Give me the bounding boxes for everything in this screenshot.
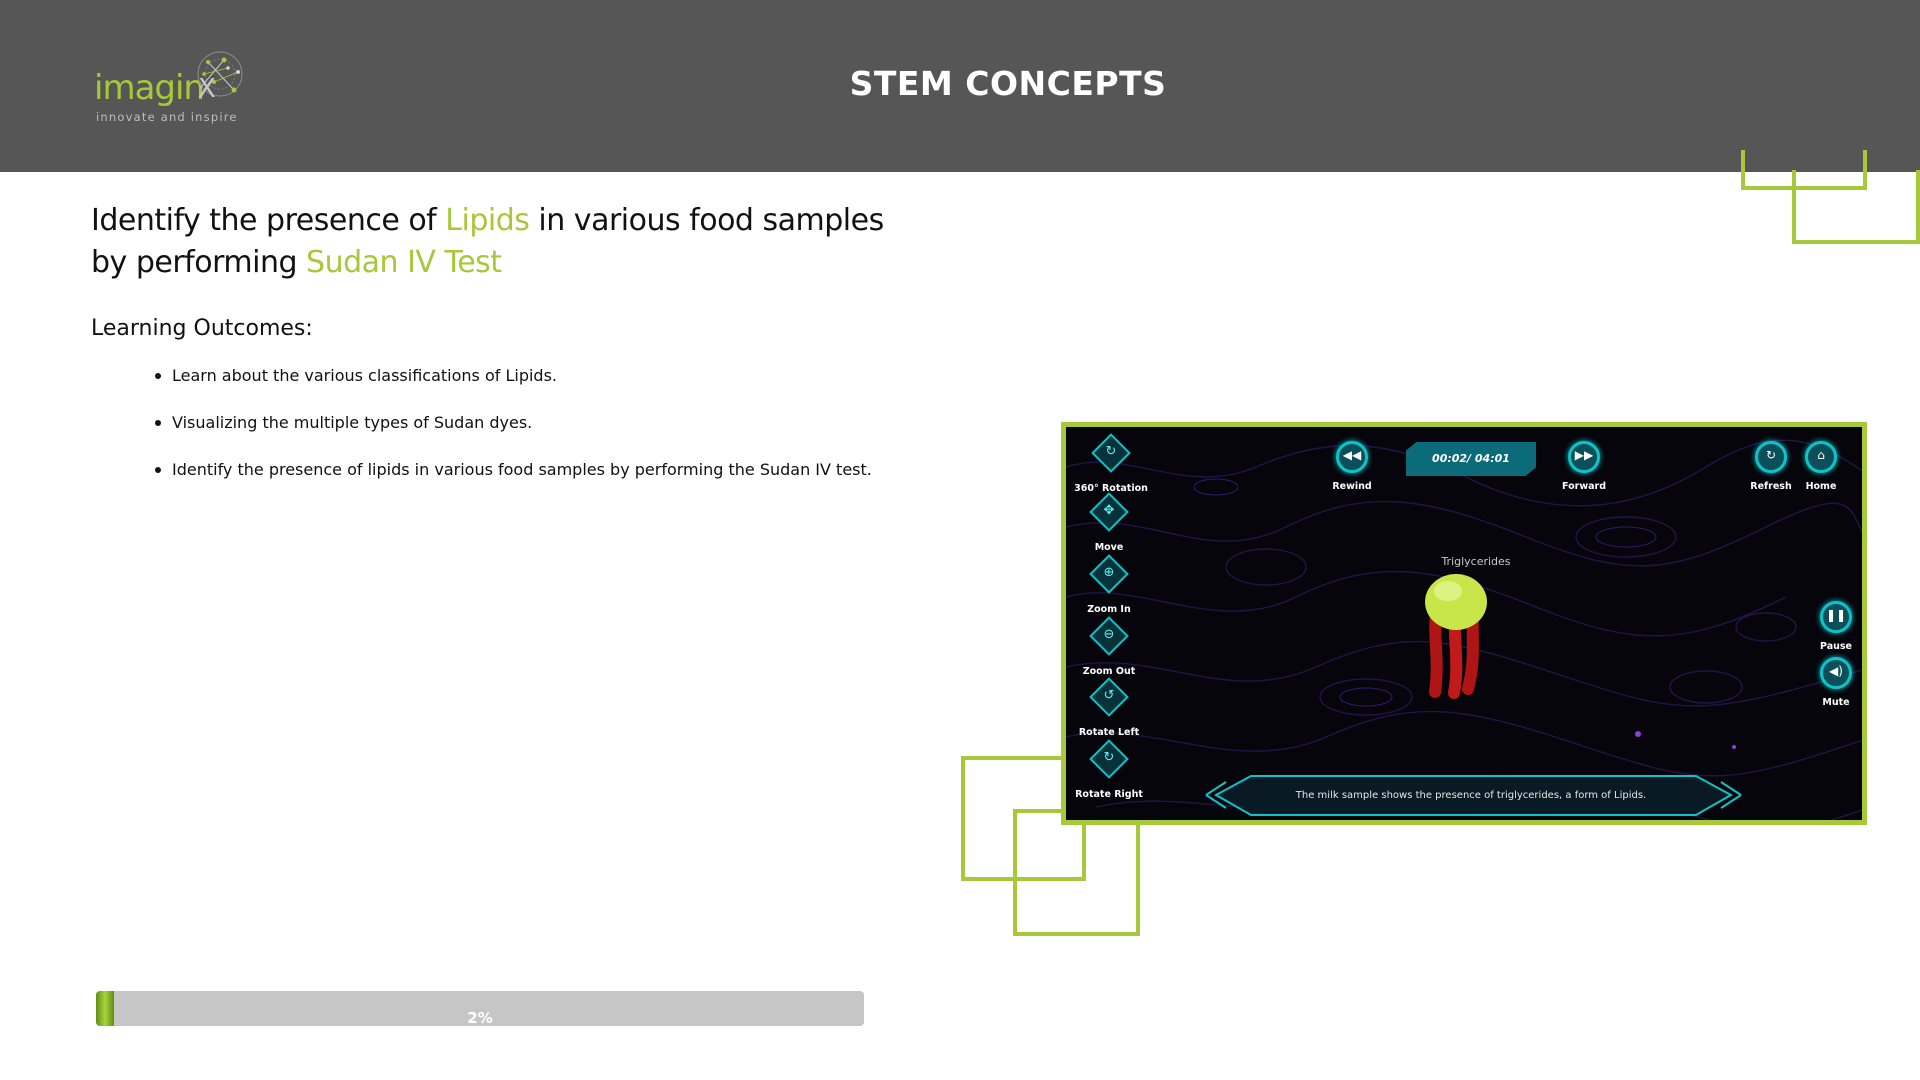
pause-label: Pause [1820,641,1852,652]
home-icon: ⌂ [1817,448,1825,462]
tool-label: Move [1094,542,1124,553]
caption-text: The milk sample shows the presence of tr… [1295,790,1647,801]
list-item: Visualizing the multiple types of Sudan … [150,411,910,434]
title-accent-sudan: Sudan IV Test [306,245,502,280]
forward-label: Forward [1562,481,1606,492]
decor-square [1013,809,1140,936]
mute-label: Mute [1822,697,1850,708]
pause-icon: ❚❚ [1825,608,1847,622]
learning-outcomes-list: Learn about the various classifications … [150,364,910,505]
time-text: 00:02/ 04:01 [1432,452,1510,465]
model-label: Triglycerides [1441,555,1511,568]
progress-label: 2% [467,1009,493,1027]
list-item: Identify the presence of lipids in vario… [150,458,910,481]
progress-bar: 2% [96,991,864,1027]
rewind-label: Rewind [1332,481,1372,492]
home-label: Home [1805,481,1837,492]
title-text: Identify the presence of [91,203,446,238]
time-display: 00:02/ 04:01 [1406,442,1536,476]
rotate-right-icon: ↻ [1103,750,1115,765]
simulation-viewer[interactable]: ↻ 360° Rotation ✥ Move ⊕ Zoom In ⊖ Zoom … [1061,422,1867,825]
speaker-icon: ◀) [1829,664,1843,678]
caption-banner: The milk sample shows the presence of tr… [1230,777,1712,817]
tool-label: Zoom Out [1082,666,1136,677]
tool-label: Rotate Left [1078,727,1140,738]
learning-outcomes-heading: Learning Outcomes: [91,316,313,341]
rotation-360-icon: ↻ [1105,444,1117,459]
rewind-icon: ◀◀ [1342,448,1362,462]
title-accent-lipids: Lipids [445,203,530,238]
forward-icon: ▶▶ [1574,448,1594,462]
logo-tagline: innovate and inspire [96,110,238,124]
decor-square [1792,170,1920,244]
rotate-left-icon: ↺ [1103,688,1115,703]
header-bar: imagin X innovate and inspire STEM CONCE… [0,0,1920,172]
move-icon: ✥ [1103,503,1115,518]
page-title: Identify the presence of Lipids in vario… [91,200,911,284]
tool-label: Zoom In [1087,604,1131,615]
page-header-title: STEM CONCEPTS [849,64,1167,103]
tool-label: 360° Rotation [1074,483,1148,494]
zoom-out-icon: ⊖ [1103,627,1115,642]
list-item: Learn about the various classifications … [150,364,910,387]
triglyceride-model[interactable] [1425,574,1487,699]
tool-label: Rotate Right [1075,789,1143,800]
zoom-in-icon: ⊕ [1103,565,1115,580]
